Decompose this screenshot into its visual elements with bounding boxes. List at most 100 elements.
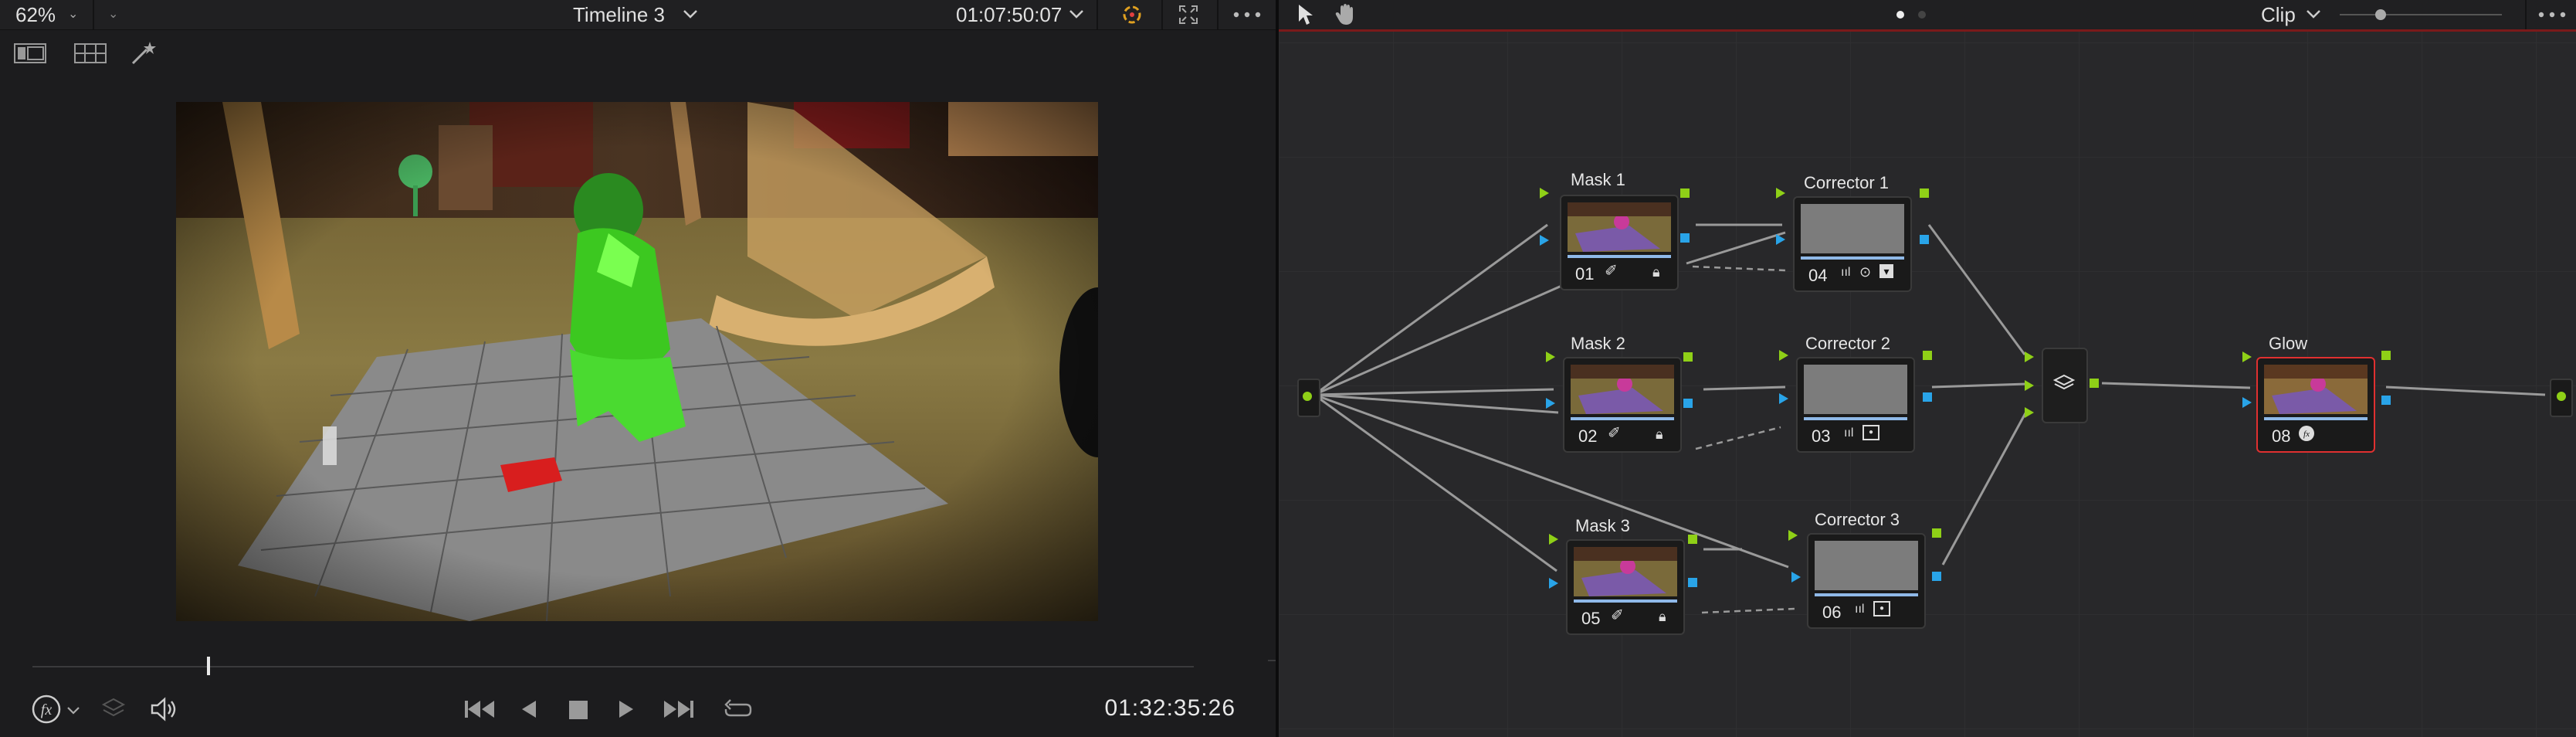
single-view-icon[interactable] [14,43,46,63]
node-number: 02 [1578,426,1598,446]
node-mask-2[interactable]: 02 ✐ 🔒︎ [1563,357,1682,453]
magic-wand-icon[interactable] [130,40,158,66]
stop-icon[interactable] [568,700,588,720]
node-label: Corrector 1 [1804,173,1890,192]
node-output-rgb[interactable] [1680,188,1690,198]
node-bar [2264,417,2368,420]
node-number: 04 [1808,266,1828,285]
output-connector[interactable] [2550,379,2573,417]
volume-icon[interactable] [150,697,179,722]
chevron-down-icon[interactable]: ⌄ [68,6,78,22]
timeline-name[interactable]: Timeline 3 [573,0,665,29]
zoom-level[interactable]: 62% [15,0,56,29]
mixer-input-1[interactable] [2025,352,2034,362]
node-output-alpha[interactable] [1688,578,1697,587]
pointer-icon[interactable] [1296,3,1314,26]
node-corrector-1[interactable]: 04 ııl ⊙ ▾ [1793,196,1912,292]
hand-icon[interactable] [1334,3,1359,26]
play-reverse-icon[interactable] [520,698,537,720]
node-mode-select[interactable]: Clip [2261,0,2296,29]
node-output-rgb[interactable] [2381,351,2391,360]
divider [1096,0,1098,29]
page-indicator[interactable] [1918,11,1926,19]
color-picker-icon[interactable] [1118,3,1146,26]
node-glow[interactable]: 08 fx [2256,357,2375,453]
fullscreen-icon[interactable] [1178,5,1198,25]
node-output-rgb[interactable] [1923,351,1932,360]
chevron-down-icon[interactable] [1069,9,1084,20]
node-output-rgb[interactable] [1688,535,1697,544]
viewer-toolbar [0,31,1276,77]
video-image [176,102,1098,621]
layers-icon [2052,374,2076,390]
scrubber-handle[interactable] [206,657,210,675]
play-icon[interactable] [618,698,635,720]
chevron-icon[interactable]: ⌄ [108,6,118,22]
lock-icon: 🔒︎ [1652,264,1660,280]
zoom-slider-track[interactable] [2340,14,2502,15]
node-label: Mask 2 [1571,334,1625,353]
layers-icon[interactable] [100,695,127,722]
node-corrector-3[interactable]: 06 ııl ● [1807,533,1926,629]
mixer-input-3[interactable] [2025,407,2034,418]
node-corrector-2[interactable]: 03 ııl ● [1796,357,1915,453]
node-bar [1568,255,1671,258]
window-icon: ● [1873,601,1890,616]
video-frame[interactable] [176,102,1098,621]
node-input-rgb[interactable] [1540,188,1549,199]
node-mask-1[interactable]: 01 ✐ 🔒︎ [1560,195,1679,290]
node-input-rgb[interactable] [1776,188,1785,199]
fx-icon[interactable]: fx [31,694,62,725]
node-input-alpha[interactable] [2242,397,2252,408]
node-input-alpha[interactable] [1549,578,1558,589]
more-options-icon[interactable] [1232,12,1263,18]
chevron-down-icon[interactable] [2306,9,2321,20]
zoom-slider-handle[interactable] [2375,9,2386,20]
node-mask-3[interactable]: 05 ✐ 🔒︎ [1566,539,1685,635]
fx-icon: fx [2299,426,2314,441]
page-indicator-active[interactable] [1896,11,1904,19]
node-output-rgb[interactable] [1932,528,1941,538]
loop-icon[interactable] [723,697,754,722]
node-input-rgb[interactable] [1546,352,1555,362]
layer-mixer-node[interactable] [2042,348,2088,423]
node-input-rgb[interactable] [1779,350,1788,361]
chevron-down-icon[interactable] [66,706,80,715]
node-input-alpha[interactable] [1546,398,1555,409]
node-output-alpha[interactable] [2381,396,2391,405]
node-input-rgb[interactable] [1788,530,1798,541]
node-thumbnail [2264,365,2368,414]
split-view-icon[interactable] [74,43,107,63]
mixer-output[interactable] [2090,379,2099,388]
node-input-rgb[interactable] [2242,352,2252,362]
node-output-alpha[interactable] [1680,233,1690,243]
node-editor[interactable]: Clip Mask 1 01 ✐ 🔒︎ Corrector 1 04 ııl ⊙… [1279,0,2576,737]
mixer-input-2[interactable] [2025,380,2034,391]
node-thumbnail [1574,547,1677,596]
more-options-icon[interactable] [2537,12,2568,18]
node-bar [1574,599,1677,603]
input-connector[interactable] [1297,379,1320,417]
node-input-alpha[interactable] [1791,572,1801,582]
node-output-alpha[interactable] [1923,392,1932,402]
chevron-down-icon[interactable] [683,9,698,20]
divider [1161,0,1163,29]
node-thumbnail [1571,365,1674,414]
node-graph-canvas [1279,32,2576,737]
lock-icon: 🔒︎ [1656,426,1663,442]
magic-wand-icon: ✐ [1605,263,1618,280]
node-input-alpha[interactable] [1540,235,1549,246]
node-output-alpha[interactable] [1683,399,1693,408]
node-input-alpha[interactable] [1776,234,1785,245]
node-output-rgb[interactable] [1920,188,1929,198]
divider [1217,0,1219,29]
node-input-alpha[interactable] [1779,393,1788,404]
skip-to-start-icon[interactable] [463,698,496,720]
node-number: 01 [1575,264,1595,284]
node-output-alpha[interactable] [1920,235,1929,244]
node-output-alpha[interactable] [1932,572,1941,581]
skip-to-end-icon[interactable] [663,698,695,720]
node-number: 03 [1812,426,1831,446]
node-output-rgb[interactable] [1683,352,1693,362]
node-input-rgb[interactable] [1549,534,1558,545]
